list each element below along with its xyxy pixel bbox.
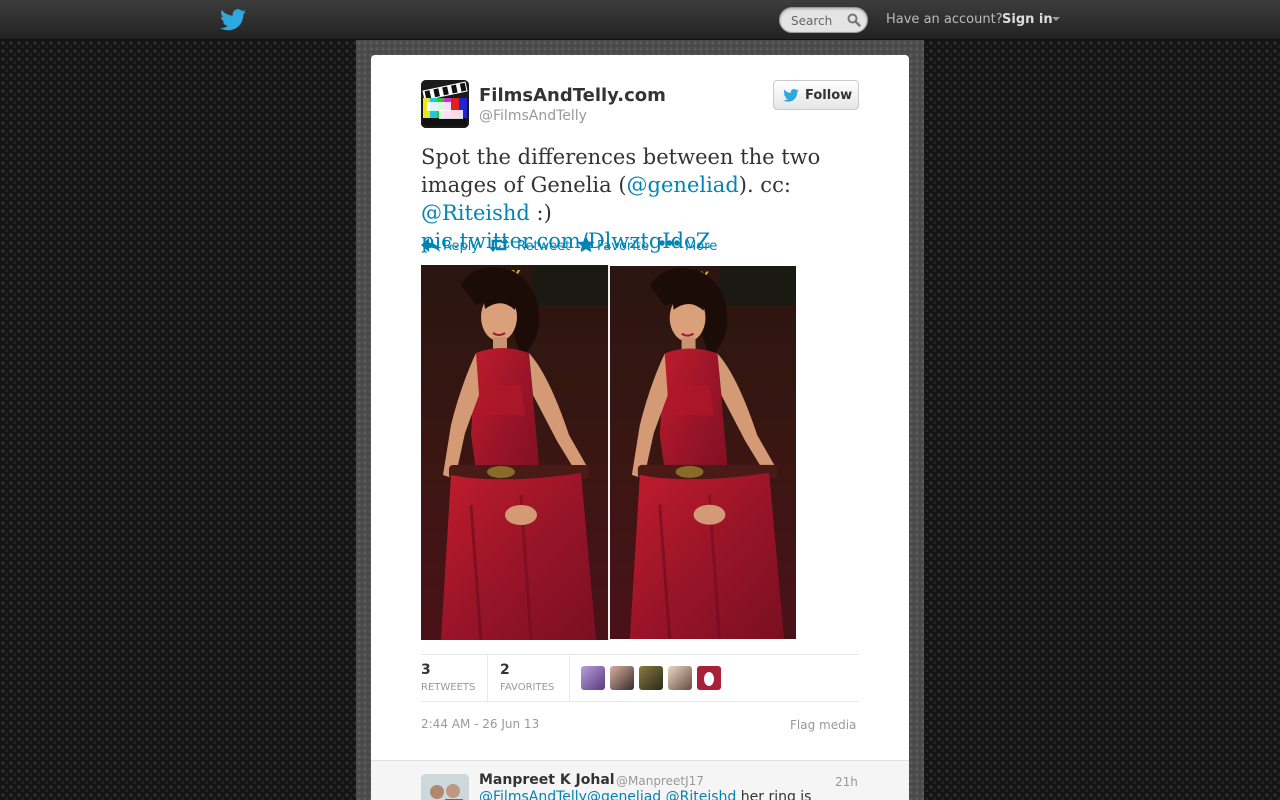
retweets-count: 3 xyxy=(421,662,431,678)
more-label: More xyxy=(685,239,718,254)
more-dots-icon xyxy=(659,240,680,246)
avatar[interactable] xyxy=(668,666,692,690)
caret-down-icon[interactable] xyxy=(1052,17,1060,21)
reply-time[interactable]: 21h xyxy=(835,775,858,789)
stat-divider xyxy=(569,655,570,701)
tweet-card: FilmsAndTelly.com @FilmsAndTelly Follow … xyxy=(371,55,909,760)
photo-left[interactable]: JY xyxy=(421,265,608,640)
tweet-actions: Reply Retweet Favorite More xyxy=(421,235,741,255)
reply-display-name[interactable]: Manpreet K Johal xyxy=(479,772,615,788)
favorite-button[interactable]: Favorite xyxy=(577,235,649,255)
search-box[interactable] xyxy=(779,7,868,33)
tweet-timestamp[interactable]: 2:44 AM - 26 Jun 13 xyxy=(421,717,539,731)
avatar[interactable] xyxy=(421,774,469,800)
have-account-text: Have an account? xyxy=(886,12,1003,27)
twitter-bird-icon[interactable] xyxy=(220,9,246,31)
stat-divider xyxy=(487,655,488,701)
retweets-label: RETWEETS xyxy=(421,682,476,693)
favorite-label: Favorite xyxy=(597,239,649,254)
avatar[interactable] xyxy=(697,666,721,690)
reply-text-part: her ring is xyxy=(736,789,812,800)
photo-right[interactable]: JY xyxy=(610,265,796,640)
twitter-bird-icon xyxy=(783,89,799,102)
reply-avatar-photo xyxy=(421,774,469,800)
avatar[interactable] xyxy=(610,666,634,690)
reply-icon xyxy=(421,238,440,252)
more-button[interactable]: More xyxy=(659,235,719,255)
search-input[interactable] xyxy=(791,12,845,29)
top-bar: Have an account? Sign in xyxy=(0,0,1280,40)
retweet-label: Retweet xyxy=(517,239,571,254)
screen-name[interactable]: @FilmsAndTelly xyxy=(479,108,587,124)
mention-link[interactable]: @FilmsAndTelly xyxy=(479,789,587,800)
retweet-icon xyxy=(489,238,509,252)
avatar[interactable] xyxy=(581,666,605,690)
tweet-text-part: :) xyxy=(529,201,552,225)
reply-label: Reply xyxy=(443,239,480,254)
reply-button[interactable]: Reply xyxy=(421,235,479,255)
search-icon[interactable] xyxy=(847,13,861,27)
reply-text: @FilmsAndTelly@geneliad @Riteishd her ri… xyxy=(479,789,811,800)
favorites-stat[interactable]: 2 FAVORITES xyxy=(500,655,568,701)
avatar[interactable] xyxy=(421,80,469,128)
favorites-label: FAVORITES xyxy=(500,682,555,693)
sign-in-link[interactable]: Sign in xyxy=(1002,12,1053,27)
display-name[interactable]: FilmsAndTelly.com xyxy=(479,85,666,106)
retweet-button[interactable]: Retweet xyxy=(489,235,571,255)
tweet-text-part: ). cc: xyxy=(738,173,791,197)
mention-link[interactable]: @Riteishd xyxy=(666,789,737,800)
tweet-stats: 3 RETWEETS 2 FAVORITES xyxy=(421,654,859,702)
star-icon xyxy=(577,236,595,253)
retweets-stat[interactable]: 3 RETWEETS xyxy=(421,655,487,701)
avatar[interactable] xyxy=(639,666,663,690)
follow-button[interactable]: Follow xyxy=(773,80,859,110)
reply-tweet: Manpreet K Johal @ManpreetJ17 21h @Films… xyxy=(371,760,909,800)
filmsandtelly-logo xyxy=(421,80,469,128)
favorites-count: 2 xyxy=(500,662,510,678)
follow-label: Follow xyxy=(805,88,853,103)
mention-link[interactable]: @Riteishd xyxy=(421,201,530,225)
flag-media-link[interactable]: Flag media xyxy=(790,718,856,732)
mention-link[interactable]: @geneliad xyxy=(587,789,661,800)
mention-link[interactable]: @geneliad xyxy=(627,173,739,197)
egg-icon xyxy=(704,672,714,686)
reply-screen-name[interactable]: @ManpreetJ17 xyxy=(616,774,704,788)
tweet-media[interactable]: JY xyxy=(421,265,796,640)
